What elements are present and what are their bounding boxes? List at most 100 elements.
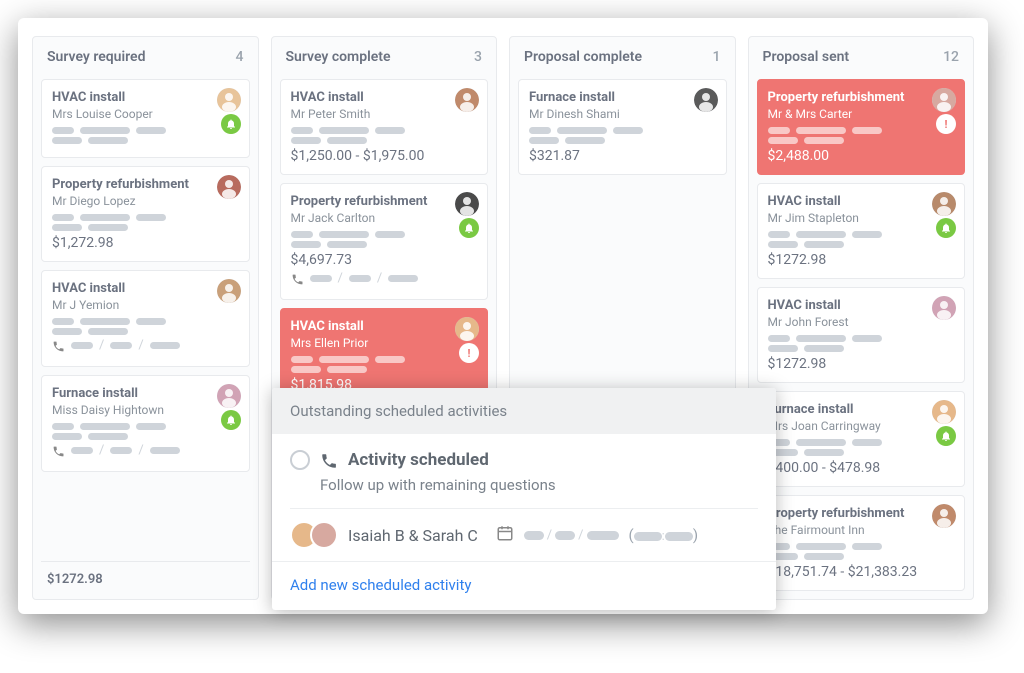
column-title: Proposal sent (763, 49, 850, 65)
card-title: Property refurbishment (291, 194, 478, 209)
placeholder-row (52, 423, 239, 430)
phone-icon (52, 338, 65, 352)
job-card[interactable]: Furnace installMiss Daisy Hightown // (41, 375, 250, 472)
radio-empty[interactable] (290, 450, 310, 470)
job-card[interactable]: Property refurbishment Mr Diego Lopez $1,2… (41, 166, 250, 262)
placeholder-row (52, 224, 239, 231)
avatar (694, 88, 718, 112)
activity-popover: Outstanding scheduled activities Activit… (272, 388, 776, 610)
placeholder-row (52, 214, 239, 221)
bell-icon (221, 410, 241, 430)
phone-row: // (52, 443, 239, 458)
activity-title: Activity scheduled (348, 450, 489, 470)
card-title: HVAC install (52, 90, 239, 105)
job-card[interactable]: HVAC install Mr Peter Smith $1,250.00 - $1… (280, 79, 489, 175)
activity-desc: Follow up with remaining questions (320, 476, 758, 494)
column-count: 1 (713, 49, 721, 65)
avatar (217, 88, 241, 112)
card-title: Property refurbishment (52, 177, 239, 192)
popover-body: Activity scheduled Follow up with remain… (272, 434, 776, 561)
placeholder-row (768, 439, 955, 446)
column-header: Proposal complete 1 (518, 45, 727, 71)
phone-row: // (291, 271, 478, 286)
job-card[interactable]: HVAC install Mrs Louise Cooper (41, 79, 250, 158)
avatar (310, 521, 338, 549)
card-price: $400.00 - $478.98 (768, 460, 955, 476)
column-footer-total: $1272.98 (41, 561, 250, 591)
job-card[interactable]: HVAC install Mr J Yemion // (41, 270, 250, 367)
card-subtitle: Mr Diego Lopez (52, 194, 239, 208)
placeholder-row (768, 335, 955, 342)
placeholder-row (768, 241, 955, 248)
card-price: $18,751.74 - $21,383.23 (768, 564, 955, 580)
card-title: Property refurbishment (768, 506, 955, 521)
placeholder-row (52, 318, 239, 325)
card-price: $1,272.98 (52, 235, 239, 251)
card-title: Furnace install (529, 90, 716, 105)
placeholder-row (768, 231, 955, 238)
job-card[interactable]: Furnace installMrs Joan Carringway$400.0… (757, 391, 966, 487)
job-card[interactable]: Property refurbishmentMr Jack Carlton$4,… (280, 183, 489, 300)
card-title: HVAC install (768, 298, 955, 313)
placeholder-row (529, 127, 716, 134)
placeholder-row (291, 366, 478, 373)
job-card[interactable]: HVAC installMr Jim Stapleton$1272.98 (757, 183, 966, 279)
column-header: Proposal sent 12 (757, 45, 966, 71)
add-activity-link[interactable]: Add new scheduled activity (272, 561, 776, 610)
placeholder-row (291, 356, 478, 363)
card-title: HVAC install (291, 319, 478, 334)
job-card[interactable]: HVAC install Mr John Forest $1272.98 (757, 287, 966, 383)
placeholder-row (291, 241, 478, 248)
placeholder-row (768, 543, 955, 550)
phone-icon (320, 450, 338, 470)
alert-icon: ! (459, 343, 479, 363)
avatar (217, 384, 241, 408)
placeholder-row (768, 127, 955, 134)
placeholder-row (52, 137, 239, 144)
alert-icon: ! (936, 114, 956, 134)
bell-icon (936, 426, 956, 446)
calendar-icon (496, 524, 514, 546)
job-card[interactable]: Furnace installMr Dinesh Shami$321.87 (518, 79, 727, 175)
placeholder-row (529, 137, 716, 144)
column-title: Survey complete (286, 49, 391, 65)
kanban-column: Survey required 4HVAC installMrs Louise … (32, 36, 259, 600)
column-title: Proposal complete (524, 49, 642, 65)
card-title: HVAC install (768, 194, 955, 209)
avatar (932, 88, 956, 112)
date-placeholder: / / (524, 528, 619, 543)
card-price: $1,250.00 - $1,975.00 (291, 148, 478, 164)
avatar (217, 279, 241, 303)
card-title: Furnace install (52, 386, 239, 401)
card-subtitle: Mrs Ellen Prior (291, 336, 478, 350)
card-title: Furnace install (768, 402, 955, 417)
avatar (455, 317, 479, 341)
job-card[interactable]: Property refurbishmentThe Fairmount Inn$… (757, 495, 966, 591)
card-title: HVAC install (291, 90, 478, 105)
card-subtitle: Mr John Forest (768, 315, 955, 329)
column-title: Survey required (47, 49, 145, 65)
column-count: 3 (474, 49, 482, 65)
bell-icon (221, 114, 241, 134)
column-count: 12 (943, 49, 959, 65)
popover-header: Outstanding scheduled activities (272, 388, 776, 434)
phone-icon (52, 443, 65, 457)
avatar (932, 296, 956, 320)
placeholder-row (768, 553, 955, 560)
avatar (217, 175, 241, 199)
kanban-column: Proposal sent 12Property refurbishmentMr… (748, 36, 975, 600)
placeholder-row (291, 127, 478, 134)
phone-row: // (52, 338, 239, 353)
card-price: $1272.98 (768, 356, 955, 372)
activity-row[interactable]: Activity scheduled (290, 450, 758, 470)
time-placeholder: (:) (629, 526, 699, 544)
card-subtitle: Mr Dinesh Shami (529, 107, 716, 121)
job-card[interactable]: Property refurbishmentMr & Mrs Carter$2,… (757, 79, 966, 175)
placeholder-row (291, 137, 478, 144)
card-subtitle: Mr Peter Smith (291, 107, 478, 121)
card-subtitle: Mr J Yemion (52, 298, 239, 312)
placeholder-row (52, 127, 239, 134)
card-title: HVAC install (52, 281, 239, 296)
avatar (455, 88, 479, 112)
card-subtitle: Mrs Louise Cooper (52, 107, 239, 121)
